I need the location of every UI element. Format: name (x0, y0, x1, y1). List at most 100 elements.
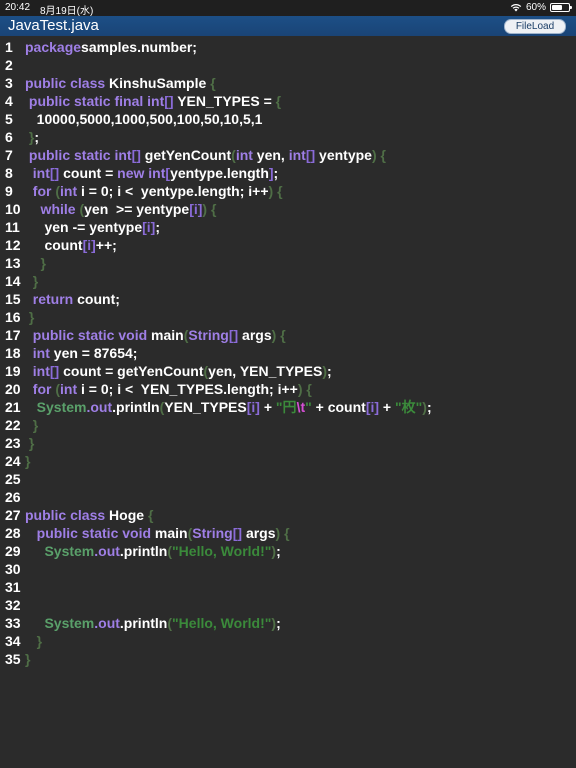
code-line[interactable]: 13 } (0, 254, 576, 272)
code-line[interactable]: 9 for (int i = 0; i < yentype.length; i+… (0, 182, 576, 200)
code-token: System (25, 615, 95, 631)
code-line[interactable]: 31 (0, 578, 576, 596)
code-line[interactable]: 23 } (0, 434, 576, 452)
line-number: 28 (5, 525, 21, 541)
code-token: while (25, 201, 76, 217)
code-line[interactable]: 11 yen -= yentype[i]; (0, 218, 576, 236)
code-line[interactable]: 3 public class KinshuSample { (0, 74, 576, 92)
code-token: { (380, 147, 386, 163)
line-number: 4 (5, 93, 13, 109)
code-token: String (188, 327, 229, 343)
line-number: 11 (5, 219, 20, 235)
code-token: ; (155, 219, 160, 235)
code-line[interactable]: 22 } (0, 416, 576, 434)
code-line[interactable]: 20 for (int i = 0; i < YEN_TYPES.length;… (0, 380, 576, 398)
file-load-button[interactable]: FileLoad (504, 19, 566, 34)
code-line[interactable]: 2 (0, 56, 576, 74)
code-token: i = 0; i < yentype.length; i++ (77, 183, 269, 199)
line-number: 31 (5, 579, 21, 595)
code-token: public class (25, 75, 106, 91)
code-line[interactable]: 16 } (0, 308, 576, 326)
code-token: [] (305, 147, 316, 163)
code-line[interactable]: 17 public static void main(String[] args… (0, 326, 576, 344)
code-token: int (288, 147, 306, 163)
code-text: public class KinshuSample { (25, 74, 216, 92)
line-number: 20 (5, 381, 21, 397)
code-text: count[i]++; (25, 236, 116, 254)
code-line[interactable]: 15 return count; (0, 290, 576, 308)
code-token: } (25, 651, 31, 667)
code-token: System (25, 399, 87, 415)
code-line[interactable]: 33 System.out.println("Hello, World!"); (0, 614, 576, 632)
code-token: samples.number; (81, 39, 197, 55)
code-line[interactable]: 29 System.out.println("Hello, World!"); (0, 542, 576, 560)
line-number: 7 (5, 147, 13, 163)
code-line[interactable]: 5 10000,5000,1000,500,100,50,10,5,1 (0, 110, 576, 128)
code-line[interactable]: 25 (0, 470, 576, 488)
code-token: main (147, 327, 184, 343)
line-number: 19 (5, 363, 21, 379)
code-line[interactable]: 6 }; (0, 128, 576, 146)
code-line[interactable]: 26 (0, 488, 576, 506)
code-token: "Hello, World!" (172, 615, 272, 631)
code-token: int (25, 363, 50, 379)
code-token: " (305, 399, 312, 415)
title-bar: JavaTest.java FileLoad (0, 16, 576, 36)
code-text: public static final int[] YEN_TYPES = { (25, 92, 281, 110)
code-token: } (25, 309, 35, 325)
code-token: yen -= yentype (25, 219, 143, 235)
code-token: [i] (246, 399, 260, 415)
line-number: 3 (5, 75, 13, 91)
code-token: "Hello, World!" (172, 543, 272, 559)
code-token: public static void (25, 327, 148, 343)
code-line[interactable]: 27 public class Hoge { (0, 506, 576, 524)
code-line[interactable]: 1 packagesamples.number; (0, 38, 576, 56)
code-line[interactable]: 10 while (yen >= yentype[i]) { (0, 200, 576, 218)
code-token: [] (49, 165, 60, 181)
code-text: System.out.println(YEN_TYPES[i] + "円\t" … (25, 398, 432, 416)
code-line[interactable]: 34 } (0, 632, 576, 650)
code-line[interactable]: 21 System.out.println(YEN_TYPES[i] + "円\… (0, 398, 576, 416)
code-token: public static void (25, 525, 152, 541)
code-line[interactable]: 7 public static int[] getYenCount(int ye… (0, 146, 576, 164)
code-text: System.out.println("Hello, World!"); (25, 542, 280, 560)
code-line[interactable]: 28 public static void main(String[] args… (0, 524, 576, 542)
code-token: .out (94, 543, 120, 559)
code-token: [i] (189, 201, 203, 217)
code-line[interactable]: 18 int yen = 87654; (0, 344, 576, 362)
code-line[interactable]: 32 (0, 596, 576, 614)
code-text: } (25, 650, 30, 668)
code-line[interactable]: 12 count[i]++; (0, 236, 576, 254)
code-text: } (25, 272, 38, 290)
code-token: [i] (142, 219, 156, 235)
code-text: } (25, 416, 38, 434)
code-token: [] (232, 525, 243, 541)
code-token: { (210, 201, 217, 217)
line-number: 16 (5, 309, 21, 325)
code-line[interactable]: 8 int[] count = new int[yentype.length]; (0, 164, 576, 182)
code-line[interactable]: 14 } (0, 272, 576, 290)
status-time: 20:42 (5, 2, 31, 13)
line-number: 9 (5, 183, 13, 199)
line-number: 2 (5, 57, 13, 73)
code-text: return count; (25, 290, 120, 308)
line-number: 1 (5, 39, 13, 55)
code-line[interactable]: 35} (0, 650, 576, 668)
code-token: count (25, 237, 83, 253)
code-line[interactable]: 19 int[] count = getYenCount(yen, YEN_TY… (0, 362, 576, 380)
code-token: int (235, 147, 253, 163)
code-token: + (379, 399, 396, 415)
code-token: yen, YEN_TYPES (208, 363, 323, 379)
status-date: 8月19日(水) (40, 6, 94, 17)
line-number: 15 (5, 291, 21, 307)
line-number: 21 (5, 399, 21, 415)
code-text: public static void main(String[] args) { (25, 524, 290, 542)
code-token: { (306, 381, 312, 397)
code-token: yen = 87654; (49, 345, 138, 361)
code-token: YEN_TYPES = (173, 93, 276, 109)
code-line[interactable]: 24} (0, 452, 576, 470)
code-line[interactable]: 4 public static final int[] YEN_TYPES = … (0, 92, 576, 110)
code-text: } (25, 632, 42, 650)
code-line[interactable]: 30 (0, 560, 576, 578)
code-token: } (25, 273, 39, 289)
